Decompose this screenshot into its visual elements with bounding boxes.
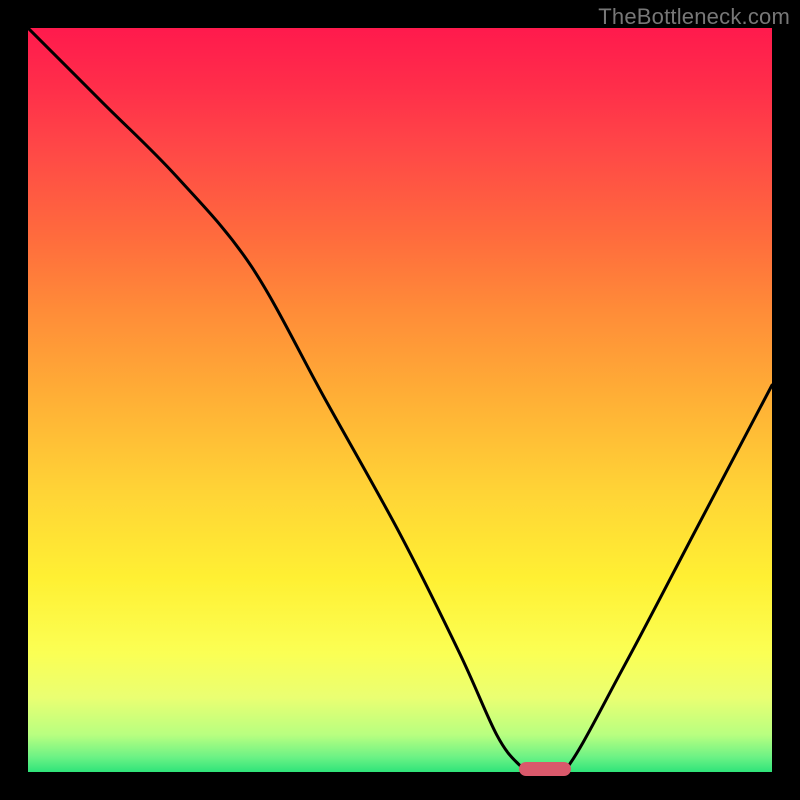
optimal-range-marker	[519, 762, 571, 776]
plot-area	[28, 28, 772, 772]
chart-frame: TheBottleneck.com	[0, 0, 800, 800]
bottleneck-curve-svg	[28, 28, 772, 772]
watermark-text: TheBottleneck.com	[598, 4, 790, 30]
bottleneck-curve	[28, 28, 772, 772]
